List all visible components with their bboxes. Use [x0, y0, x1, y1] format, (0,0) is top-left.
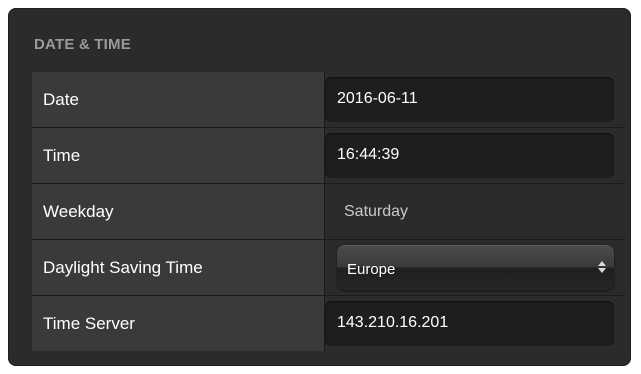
- time-field[interactable]: 16:44:39: [325, 133, 614, 178]
- chevron-down-icon: [598, 268, 606, 273]
- table-row-date: Date 2016-06-11: [32, 72, 625, 128]
- date-value: 2016-06-11: [337, 90, 418, 107]
- label-cell: Daylight Saving Time: [32, 240, 325, 295]
- panel-title: DATE & TIME: [34, 36, 131, 53]
- time-server-value: 143.210.16.201: [337, 314, 449, 331]
- label-cell: Time: [32, 128, 325, 183]
- label-cell: Date: [32, 72, 325, 127]
- row-label-date: Date: [43, 90, 79, 109]
- chevron-up-icon: [598, 261, 606, 266]
- time-server-field[interactable]: 143.210.16.201: [325, 301, 614, 346]
- time-value: 16:44:39: [337, 146, 400, 163]
- row-label-time: Time: [43, 146, 81, 165]
- row-label-weekday: Weekday: [43, 202, 114, 221]
- table-row-time-server: Time Server 143.210.16.201: [32, 296, 625, 351]
- label-cell: Weekday: [32, 184, 325, 239]
- label-cell: Time Server: [32, 296, 325, 351]
- row-label-daylight-saving: Daylight Saving Time: [43, 258, 203, 277]
- value-cell: 143.210.16.201: [325, 296, 625, 351]
- weekday-value: Saturday: [344, 203, 409, 220]
- daylight-saving-select[interactable]: Europe: [337, 245, 614, 290]
- value-cell: Europe: [325, 240, 625, 295]
- row-label-time-server: Time Server: [43, 314, 135, 333]
- date-time-panel: DATE & TIME Date 2016-06-11 Time 16:44:3…: [8, 8, 631, 366]
- daylight-saving-selected-value: Europe: [347, 261, 396, 278]
- value-cell: Saturday: [325, 184, 625, 239]
- value-cell: 2016-06-11: [325, 72, 625, 127]
- table-row-time: Time 16:44:39: [32, 128, 625, 184]
- date-field[interactable]: 2016-06-11: [325, 77, 614, 122]
- table-row-daylight-saving: Daylight Saving Time Europe: [32, 240, 625, 296]
- value-cell: 16:44:39: [325, 128, 625, 183]
- table-row-weekday: Weekday Saturday: [32, 184, 625, 240]
- updown-chevron-icon: [598, 259, 606, 275]
- settings-table: Date 2016-06-11 Time 16:44:39 Weekday Sa…: [32, 72, 625, 351]
